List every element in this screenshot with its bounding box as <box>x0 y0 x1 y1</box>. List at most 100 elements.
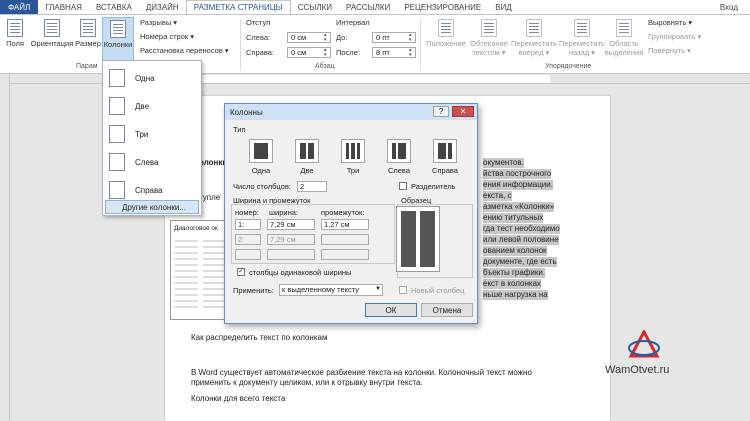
doc-fragment: тупле <box>199 193 221 202</box>
wrap-text-icon <box>481 19 497 37</box>
doc-line: екста, с <box>483 191 512 201</box>
col-gap-input[interactable] <box>321 234 369 245</box>
tab-file[interactable]: ФАЙЛ <box>0 0 39 14</box>
equal-width-checkbox[interactable]: ✓ <box>237 268 245 276</box>
dialog-title: Колонны <box>230 107 263 117</box>
wrap-text-button[interactable]: Обтекание текстом ▾ <box>468 19 510 57</box>
margins-button[interactable]: Поля <box>4 19 26 48</box>
tab-home[interactable]: ГЛАВНАЯ <box>38 0 89 14</box>
size-icon <box>80 19 96 37</box>
indent-right-input[interactable]: 0 см <box>287 47 331 58</box>
tab-page-layout[interactable]: РАЗМЕТКА СТРАНИЦЫ <box>185 0 291 15</box>
separator <box>420 19 421 71</box>
group-arrange-label: Упорядочение <box>545 63 592 70</box>
type-label: Тип <box>233 125 246 134</box>
col-number-cell: 2: <box>235 234 261 245</box>
tab-mailings[interactable]: РАССЫЛКИ <box>339 0 397 14</box>
separator-label: Разделитель <box>411 182 456 191</box>
size-label: Размер <box>75 39 101 48</box>
size-button[interactable]: Размер <box>75 19 101 48</box>
apply-label: Применить: <box>233 286 274 295</box>
preset-label: Две <box>300 166 314 175</box>
columns-label: Колонки <box>103 40 133 49</box>
columns-three-item[interactable]: Три <box>107 121 199 147</box>
col-number-cell <box>235 249 261 260</box>
chevron-down-icon: ▼ <box>375 286 381 292</box>
line-numbers-button[interactable]: Номера строк ▾ <box>140 32 194 41</box>
dialog-thumbnail-image: Диалоговое ок <box>170 220 230 320</box>
spacing-heading: Интервал <box>336 18 370 27</box>
orientation-button[interactable]: Ориентация <box>30 19 74 48</box>
spacing-after-input[interactable]: 8 пт <box>372 47 416 58</box>
align-button[interactable]: Выровнять ▾ <box>648 18 692 27</box>
ribbon-tabs: ФАЙЛ ГЛАВНАЯ ВСТАВКА ДИЗАЙН РАЗМЕТКА СТР… <box>0 0 750 15</box>
columns-left-item[interactable]: Слева <box>107 149 199 175</box>
indent-left-input[interactable]: 0 см <box>287 32 331 43</box>
hyphenation-button[interactable]: Расстановка переносов ▾ <box>140 46 229 55</box>
columns-one-item[interactable]: Одна <box>107 65 199 91</box>
preset-two-button[interactable] <box>295 139 319 163</box>
spacing-after-label: После: <box>336 48 360 57</box>
doc-line: окументов. <box>483 158 524 168</box>
tab-view[interactable]: ВИД <box>488 0 519 14</box>
margins-icon <box>7 19 23 37</box>
num-columns-input[interactable]: 2 <box>297 181 327 192</box>
help-button[interactable]: ? <box>433 106 449 117</box>
position-button[interactable]: Положение <box>424 19 468 48</box>
three-columns-icon <box>109 125 125 143</box>
selection-pane-button[interactable]: Область выделения <box>604 19 644 57</box>
columns-two-item[interactable]: Две <box>107 93 199 119</box>
ok-button[interactable]: ОК <box>365 303 417 317</box>
separator-checkbox[interactable] <box>399 182 407 190</box>
position-label: Положение <box>426 39 466 48</box>
columns-item-label: Справа <box>135 185 163 195</box>
send-backward-button[interactable]: Переместить назад ▾ <box>558 19 606 57</box>
doc-heading: Как распределить текст по колонкам <box>191 333 328 342</box>
bring-forward-button[interactable]: Переместить вперед ▾ <box>510 19 558 57</box>
indent-right-label: Справа: <box>246 48 274 57</box>
more-columns-item[interactable]: Другие колонки... <box>105 200 199 214</box>
preset-one-button[interactable] <box>249 139 273 163</box>
cancel-button[interactable]: Отмена <box>421 303 473 317</box>
doc-line: ения информации. <box>483 180 553 190</box>
thumbnail-title: Диалоговое ок <box>174 225 218 232</box>
col-gap-input[interactable] <box>321 249 369 260</box>
sign-in-link[interactable]: Вход <box>720 0 750 14</box>
send-backward-icon <box>574 19 590 37</box>
apply-select[interactable]: к выделенному тексту ▼ <box>279 284 383 296</box>
rotate-button[interactable]: Повернуть ▾ <box>648 46 691 55</box>
breaks-button[interactable]: Разрывы ▾ <box>140 18 177 27</box>
group-button[interactable]: Группировать ▾ <box>648 32 701 41</box>
vertical-ruler[interactable] <box>0 74 10 421</box>
selection-pane-label: Область выделения <box>604 39 644 57</box>
orientation-icon <box>44 19 60 37</box>
preset-left-button[interactable] <box>387 139 411 163</box>
columns-icon <box>110 20 126 38</box>
tab-design[interactable]: ДИЗАЙН <box>139 0 186 14</box>
preset-three-button[interactable] <box>341 139 365 163</box>
position-icon <box>438 19 454 37</box>
col-number-cell: 1: <box>235 219 261 230</box>
tab-insert[interactable]: ВСТАВКА <box>89 0 139 14</box>
close-button[interactable]: ✕ <box>452 106 474 117</box>
orientation-label: Ориентация <box>30 39 74 48</box>
thumbnail-lines <box>175 240 227 308</box>
col-width-input[interactable]: 7,29 см <box>267 234 315 245</box>
tab-review[interactable]: РЕЦЕНЗИРОВАНИЕ <box>397 0 488 14</box>
doc-line: документе, где есть <box>483 257 557 267</box>
margins-label: Поля <box>6 39 24 48</box>
watermark-logo: WamOtvet.ru <box>605 330 685 380</box>
spacing-before-input[interactable]: 0 пт <box>372 32 416 43</box>
doc-line: ньше нагрузка на <box>483 290 548 300</box>
doc-line: или левой половине <box>483 235 559 245</box>
col-width-input[interactable] <box>267 249 315 260</box>
doc-line: азметка «Колонки» <box>483 202 555 212</box>
more-columns-label: Другие колонки... <box>122 202 186 212</box>
col-gap-input[interactable]: 1,27 см <box>321 219 369 230</box>
col-width-input[interactable]: 7,29 см <box>267 219 315 230</box>
new-column-checkbox[interactable] <box>399 286 407 294</box>
preset-right-button[interactable] <box>433 139 457 163</box>
equal-width-label: столбцы одинаковой ширины <box>249 268 352 277</box>
tab-references[interactable]: ССЫЛКИ <box>291 0 339 14</box>
columns-button[interactable]: Колонки <box>102 17 134 61</box>
